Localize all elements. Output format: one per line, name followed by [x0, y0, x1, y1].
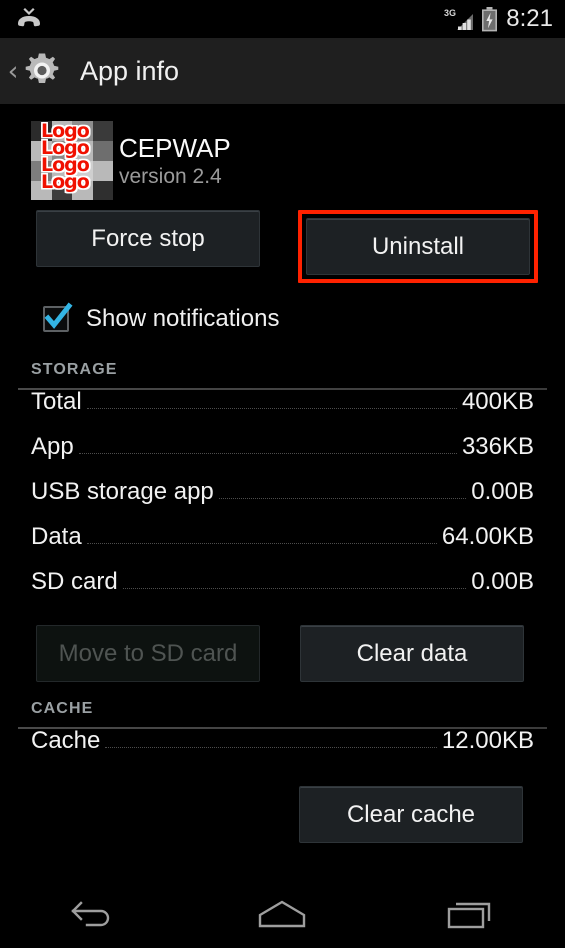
recents-nav-icon	[446, 897, 496, 931]
uninstall-highlight-box: Uninstall	[298, 210, 538, 283]
row-label: SD card	[31, 568, 118, 595]
primary-action-row: Force stop Uninstall	[0, 210, 565, 283]
move-to-sd-card-button[interactable]: Move to SD card	[36, 625, 260, 682]
row-leader	[78, 453, 457, 454]
row-value: 12.00KB	[441, 727, 534, 754]
storage-row-app: App 336KB	[18, 435, 547, 480]
cache-section-title: CACHE	[31, 700, 94, 717]
row-label: Data	[31, 523, 82, 550]
storage-row-data: Data 64.00KB	[18, 525, 547, 570]
home-nav-icon	[254, 897, 310, 931]
row-value: 400KB	[461, 388, 534, 415]
storage-section-title: STORAGE	[31, 361, 118, 378]
row-value: 336KB	[461, 433, 534, 460]
cache-rows: Cache 12.00KB	[0, 729, 565, 774]
app-header: Logo Logo Logo Logo CEPWAP version 2.4	[0, 106, 565, 206]
row-label: Cache	[31, 727, 101, 754]
app-version: version 2.4	[119, 165, 222, 188]
home-nav-button[interactable]	[188, 880, 376, 948]
clear-data-button[interactable]: Clear data	[300, 625, 524, 682]
app-icon-logo-text: Logo Logo Logo Logo	[40, 121, 113, 193]
page-title: App info	[80, 55, 180, 86]
show-notifications-checkbox[interactable]	[43, 302, 73, 332]
status-bar-right: 3G 8:21	[444, 5, 553, 32]
storage-row-total: Total 400KB	[18, 390, 547, 435]
app-name: CEPWAP	[119, 133, 231, 163]
status-bar-left	[14, 7, 44, 31]
back-chevron-icon[interactable]: ‹	[5, 58, 21, 85]
uninstall-button[interactable]: Uninstall	[306, 218, 530, 275]
row-leader	[86, 543, 437, 544]
row-leader	[86, 408, 457, 409]
app-info-screen: 3G 8:21 ‹ App info Logo Logo Logo Logo C…	[0, 0, 565, 948]
back-nav-icon	[69, 897, 119, 931]
navigation-bar	[0, 880, 565, 948]
row-value: 64.00KB	[441, 523, 534, 550]
row-label: USB storage app	[31, 478, 214, 505]
row-leader	[105, 747, 437, 748]
storage-row-sd-card: SD card 0.00B	[18, 570, 547, 615]
signal-bars-icon: 3G	[444, 7, 474, 31]
svg-text:3G: 3G	[444, 8, 456, 18]
cache-section-header: CACHE	[0, 700, 565, 729]
missed-call-icon	[14, 7, 44, 31]
battery-charging-icon	[481, 6, 498, 32]
content-area: Logo Logo Logo Logo CEPWAP version 2.4 F…	[0, 106, 565, 880]
row-value: 0.00B	[471, 478, 534, 505]
row-leader	[122, 588, 467, 589]
show-notifications-label: Show notifications	[86, 305, 280, 332]
back-nav-button[interactable]	[0, 880, 188, 948]
clear-cache-button[interactable]: Clear cache	[299, 786, 523, 843]
row-value: 0.00B	[471, 568, 534, 595]
cache-action-row: Clear cache	[0, 786, 565, 843]
row-label: App	[31, 433, 74, 460]
action-bar: ‹ App info	[0, 38, 565, 105]
app-icon: Logo Logo Logo Logo	[31, 121, 113, 200]
show-notifications-row[interactable]: Show notifications	[0, 295, 565, 343]
app-meta: CEPWAP version 2.4	[113, 121, 231, 190]
storage-rows: Total 400KB App 336KB USB storage app 0.…	[0, 390, 565, 615]
recents-nav-button[interactable]	[377, 880, 565, 948]
logo-line: Logo	[40, 171, 91, 193]
force-stop-button[interactable]: Force stop	[36, 210, 260, 267]
status-bar: 3G 8:21	[0, 0, 565, 38]
row-label: Total	[31, 388, 82, 415]
cache-row-cache: Cache 12.00KB	[18, 729, 547, 774]
settings-gear-icon[interactable]	[21, 49, 64, 93]
storage-section-header: STORAGE	[0, 361, 565, 390]
storage-row-usb-storage-app: USB storage app 0.00B	[18, 480, 547, 525]
status-bar-clock: 8:21	[506, 5, 553, 32]
row-leader	[218, 498, 467, 499]
storage-action-row: Move to SD card Clear data	[0, 625, 565, 682]
